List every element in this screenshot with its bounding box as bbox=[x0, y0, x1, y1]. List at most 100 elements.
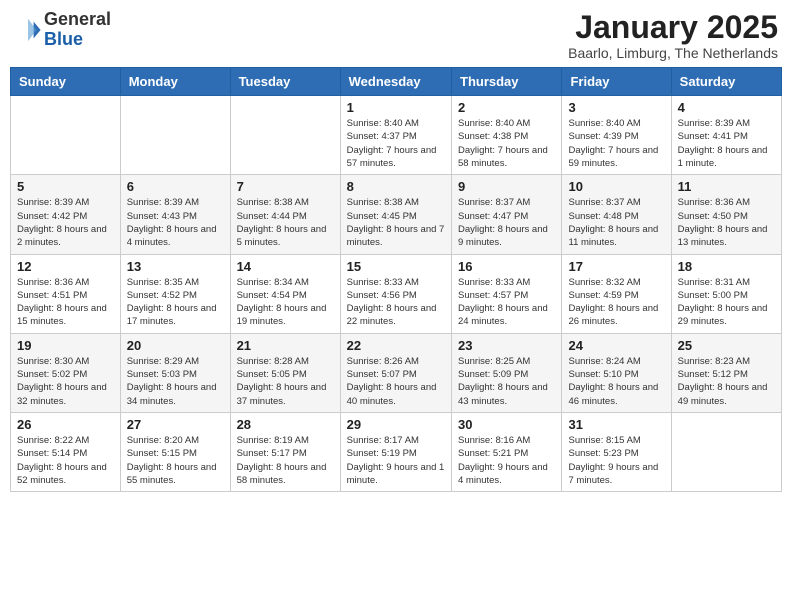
day-cell: 7 Sunrise: 8:38 AM Sunset: 4:44 PM Daylig… bbox=[230, 175, 340, 254]
day-detail: Sunrise: 8:40 AM Sunset: 4:37 PM Dayligh… bbox=[347, 117, 445, 170]
day-number: 20 bbox=[127, 338, 224, 353]
day-number: 18 bbox=[678, 259, 775, 274]
logo-general-text: General bbox=[44, 9, 111, 29]
day-cell: 10 Sunrise: 8:37 AM Sunset: 4:48 PM Dayli… bbox=[562, 175, 671, 254]
day-detail: Sunrise: 8:31 AM Sunset: 5:00 PM Dayligh… bbox=[678, 276, 775, 329]
page-title: January 2025 bbox=[568, 10, 778, 45]
col-header-friday: Friday bbox=[562, 68, 671, 96]
day-detail: Sunrise: 8:39 AM Sunset: 4:42 PM Dayligh… bbox=[17, 196, 114, 249]
calendar-header-row: SundayMondayTuesdayWednesdayThursdayFrid… bbox=[11, 68, 782, 96]
day-cell: 5Sunrise: 8:39 AM Sunset: 4:42 PM Daylig… bbox=[11, 175, 121, 254]
col-header-sunday: Sunday bbox=[11, 68, 121, 96]
day-cell: 4Sunrise: 8:39 AM Sunset: 4:41 PM Daylig… bbox=[671, 96, 781, 175]
week-row-1: 1 Sunrise: 8:40 AM Sunset: 4:37 PM Daylig… bbox=[11, 96, 782, 175]
day-cell: 18 Sunrise: 8:31 AM Sunset: 5:00 PM Dayli… bbox=[671, 254, 781, 333]
week-row-3: 12Sunrise: 8:36 AM Sunset: 4:51 PM Dayli… bbox=[11, 254, 782, 333]
day-cell: 11Sunrise: 8:36 AM Sunset: 4:50 PM Dayli… bbox=[671, 175, 781, 254]
day-detail: Sunrise: 8:30 AM Sunset: 5:02 PM Dayligh… bbox=[17, 355, 114, 408]
logo-icon bbox=[14, 16, 42, 44]
logo: General Blue bbox=[14, 10, 111, 50]
day-cell: 13 Sunrise: 8:35 AM Sunset: 4:52 PM Dayli… bbox=[120, 254, 230, 333]
col-header-monday: Monday bbox=[120, 68, 230, 96]
day-cell bbox=[11, 96, 121, 175]
col-header-wednesday: Wednesday bbox=[340, 68, 451, 96]
day-cell: 31 Sunrise: 8:15 AM Sunset: 5:23 PM Dayli… bbox=[562, 412, 671, 491]
day-cell: 29 Sunrise: 8:17 AM Sunset: 5:19 PM Dayli… bbox=[340, 412, 451, 491]
day-detail: Sunrise: 8:39 AM Sunset: 4:41 PM Dayligh… bbox=[678, 117, 775, 170]
day-cell bbox=[230, 96, 340, 175]
day-cell: 24Sunrise: 8:24 AM Sunset: 5:10 PM Dayli… bbox=[562, 333, 671, 412]
day-detail: Sunrise: 8:17 AM Sunset: 5:19 PM Dayligh… bbox=[347, 434, 445, 487]
day-number: 27 bbox=[127, 417, 224, 432]
day-detail: Sunrise: 8:37 AM Sunset: 4:47 PM Dayligh… bbox=[458, 196, 555, 249]
day-cell: 26 Sunrise: 8:22 AM Sunset: 5:14 PM Dayli… bbox=[11, 412, 121, 491]
day-number: 31 bbox=[568, 417, 664, 432]
day-number: 10 bbox=[568, 179, 664, 194]
day-number: 23 bbox=[458, 338, 555, 353]
col-header-tuesday: Tuesday bbox=[230, 68, 340, 96]
day-cell: 3 Sunrise: 8:40 AM Sunset: 4:39 PM Daylig… bbox=[562, 96, 671, 175]
day-detail: Sunrise: 8:26 AM Sunset: 5:07 PM Dayligh… bbox=[347, 355, 445, 408]
week-row-2: 5Sunrise: 8:39 AM Sunset: 4:42 PM Daylig… bbox=[11, 175, 782, 254]
day-number: 21 bbox=[237, 338, 334, 353]
day-number: 6 bbox=[127, 179, 224, 194]
day-detail: Sunrise: 8:19 AM Sunset: 5:17 PM Dayligh… bbox=[237, 434, 334, 487]
day-number: 30 bbox=[458, 417, 555, 432]
day-cell: 14 Sunrise: 8:34 AM Sunset: 4:54 PM Dayli… bbox=[230, 254, 340, 333]
day-detail: Sunrise: 8:22 AM Sunset: 5:14 PM Dayligh… bbox=[17, 434, 114, 487]
day-cell: 16 Sunrise: 8:33 AM Sunset: 4:57 PM Dayli… bbox=[452, 254, 562, 333]
calendar-table: SundayMondayTuesdayWednesdayThursdayFrid… bbox=[10, 67, 782, 492]
day-number: 7 bbox=[237, 179, 334, 194]
day-number: 19 bbox=[17, 338, 114, 353]
day-cell: 12Sunrise: 8:36 AM Sunset: 4:51 PM Dayli… bbox=[11, 254, 121, 333]
day-cell: 21Sunrise: 8:28 AM Sunset: 5:05 PM Dayli… bbox=[230, 333, 340, 412]
day-cell: 30Sunrise: 8:16 AM Sunset: 5:21 PM Dayli… bbox=[452, 412, 562, 491]
day-number: 28 bbox=[237, 417, 334, 432]
day-detail: Sunrise: 8:40 AM Sunset: 4:39 PM Dayligh… bbox=[568, 117, 664, 170]
day-cell: 23 Sunrise: 8:25 AM Sunset: 5:09 PM Dayli… bbox=[452, 333, 562, 412]
day-detail: Sunrise: 8:33 AM Sunset: 4:57 PM Dayligh… bbox=[458, 276, 555, 329]
day-number: 29 bbox=[347, 417, 445, 432]
day-cell: 27 Sunrise: 8:20 AM Sunset: 5:15 PM Dayli… bbox=[120, 412, 230, 491]
day-detail: Sunrise: 8:33 AM Sunset: 4:56 PM Dayligh… bbox=[347, 276, 445, 329]
page-header: General Blue January 2025 Baarlo, Limbur… bbox=[10, 10, 782, 61]
day-cell: 8Sunrise: 8:38 AM Sunset: 4:45 PM Daylig… bbox=[340, 175, 451, 254]
page-subtitle: Baarlo, Limburg, The Netherlands bbox=[568, 45, 778, 61]
day-detail: Sunrise: 8:36 AM Sunset: 4:51 PM Dayligh… bbox=[17, 276, 114, 329]
day-detail: Sunrise: 8:24 AM Sunset: 5:10 PM Dayligh… bbox=[568, 355, 664, 408]
day-number: 15 bbox=[347, 259, 445, 274]
day-number: 3 bbox=[568, 100, 664, 115]
day-cell: 22Sunrise: 8:26 AM Sunset: 5:07 PM Dayli… bbox=[340, 333, 451, 412]
day-cell: 15 Sunrise: 8:33 AM Sunset: 4:56 PM Dayli… bbox=[340, 254, 451, 333]
day-detail: Sunrise: 8:29 AM Sunset: 5:03 PM Dayligh… bbox=[127, 355, 224, 408]
day-detail: Sunrise: 8:39 AM Sunset: 4:43 PM Dayligh… bbox=[127, 196, 224, 249]
day-cell: 1 Sunrise: 8:40 AM Sunset: 4:37 PM Daylig… bbox=[340, 96, 451, 175]
day-detail: Sunrise: 8:38 AM Sunset: 4:44 PM Dayligh… bbox=[237, 196, 334, 249]
day-cell: 28 Sunrise: 8:19 AM Sunset: 5:17 PM Dayli… bbox=[230, 412, 340, 491]
day-cell: 17Sunrise: 8:32 AM Sunset: 4:59 PM Dayli… bbox=[562, 254, 671, 333]
day-detail: Sunrise: 8:32 AM Sunset: 4:59 PM Dayligh… bbox=[568, 276, 664, 329]
day-detail: Sunrise: 8:35 AM Sunset: 4:52 PM Dayligh… bbox=[127, 276, 224, 329]
day-number: 26 bbox=[17, 417, 114, 432]
day-number: 25 bbox=[678, 338, 775, 353]
day-number: 14 bbox=[237, 259, 334, 274]
day-detail: Sunrise: 8:15 AM Sunset: 5:23 PM Dayligh… bbox=[568, 434, 664, 487]
day-cell: 6 Sunrise: 8:39 AM Sunset: 4:43 PM Daylig… bbox=[120, 175, 230, 254]
title-block: January 2025 Baarlo, Limburg, The Nether… bbox=[568, 10, 778, 61]
day-number: 16 bbox=[458, 259, 555, 274]
day-number: 13 bbox=[127, 259, 224, 274]
day-detail: Sunrise: 8:37 AM Sunset: 4:48 PM Dayligh… bbox=[568, 196, 664, 249]
day-detail: Sunrise: 8:20 AM Sunset: 5:15 PM Dayligh… bbox=[127, 434, 224, 487]
day-number: 2 bbox=[458, 100, 555, 115]
week-row-4: 19 Sunrise: 8:30 AM Sunset: 5:02 PM Dayli… bbox=[11, 333, 782, 412]
col-header-saturday: Saturday bbox=[671, 68, 781, 96]
day-detail: Sunrise: 8:34 AM Sunset: 4:54 PM Dayligh… bbox=[237, 276, 334, 329]
day-cell: 25 Sunrise: 8:23 AM Sunset: 5:12 PM Dayli… bbox=[671, 333, 781, 412]
day-cell: 2 Sunrise: 8:40 AM Sunset: 4:38 PM Daylig… bbox=[452, 96, 562, 175]
day-number: 1 bbox=[347, 100, 445, 115]
day-detail: Sunrise: 8:25 AM Sunset: 5:09 PM Dayligh… bbox=[458, 355, 555, 408]
logo-blue-text: Blue bbox=[44, 29, 83, 49]
day-detail: Sunrise: 8:40 AM Sunset: 4:38 PM Dayligh… bbox=[458, 117, 555, 170]
day-detail: Sunrise: 8:23 AM Sunset: 5:12 PM Dayligh… bbox=[678, 355, 775, 408]
day-cell: 19 Sunrise: 8:30 AM Sunset: 5:02 PM Dayli… bbox=[11, 333, 121, 412]
